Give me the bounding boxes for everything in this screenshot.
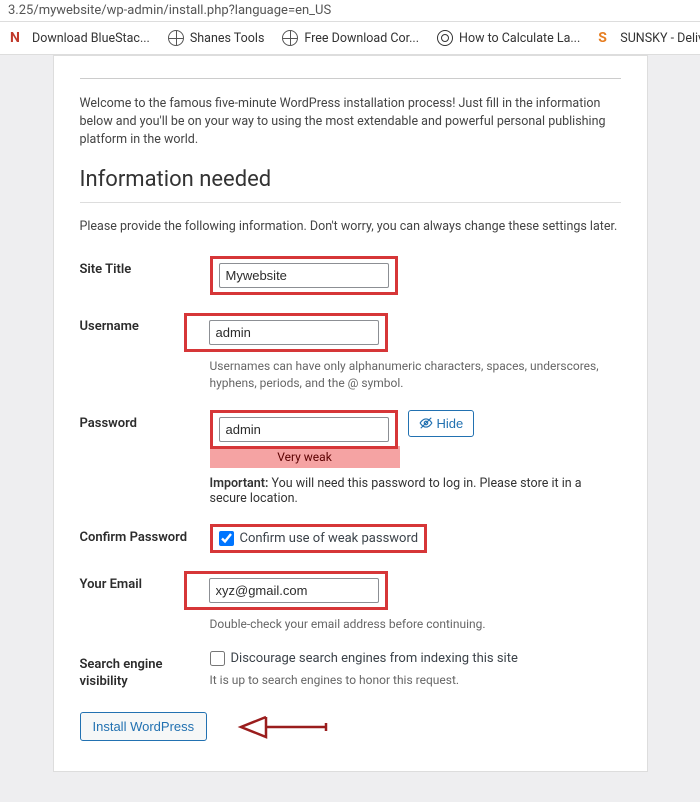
row-search-visibility: Search engine visibility Discourage sear… [80, 651, 621, 691]
label-search-visibility: Search engine visibility [80, 651, 210, 691]
email-input[interactable] [209, 578, 379, 603]
highlight-password [210, 410, 398, 449]
bookmark-freedownload[interactable]: Free Download Cor... [282, 30, 419, 46]
bookmark-label: How to Calculate La... [459, 31, 580, 46]
highlight-username [184, 313, 388, 352]
row-site-title: Site Title [80, 256, 621, 295]
email-help: Double-check your email address before c… [210, 616, 610, 633]
password-important: Important: You will need this password t… [210, 476, 621, 506]
important-label: Important: [210, 476, 269, 491]
bookmark-label: Free Download Cor... [304, 31, 419, 46]
bookmark-label: Download BlueStac... [32, 31, 150, 46]
bookmark-bar: N Download BlueStac... Shanes Tools Free… [0, 22, 700, 55]
address-bar[interactable]: 3.25/mywebsite/wp-admin/install.php?lang… [0, 0, 700, 22]
bookmark-label: SUNSKY - Deliv [620, 31, 700, 46]
install-wordpress-button[interactable]: Install WordPress [80, 712, 208, 741]
search-visibility-label: Discourage search engines from indexing … [231, 651, 518, 666]
bookmark-bluestacks[interactable]: N Download BlueStac... [10, 30, 150, 46]
gear-icon [437, 30, 453, 46]
globe-icon [168, 30, 184, 46]
install-card: Welcome to the famous five-minute WordPr… [53, 55, 648, 772]
row-email: Your Email Double-check your email addre… [80, 571, 621, 633]
bookmark-sunsky[interactable]: S SUNSKY - Deliv [598, 30, 700, 46]
url-text: 3.25/mywebsite/wp-admin/install.php?lang… [8, 3, 331, 18]
label-site-title: Site Title [80, 256, 210, 277]
row-confirm-password: Confirm Password Confirm use of weak pas… [80, 524, 621, 553]
search-visibility-checkbox[interactable] [210, 651, 225, 666]
globe-icon [282, 30, 298, 46]
page-title: Information needed [80, 167, 621, 192]
username-help: Usernames can have only alphanumeric cha… [210, 358, 610, 392]
divider [80, 202, 621, 203]
bluestacks-icon: N [10, 30, 26, 46]
confirm-weak-checkbox[interactable] [219, 531, 234, 546]
bookmark-shanes[interactable]: Shanes Tools [168, 30, 265, 46]
arrow-annotation-icon [231, 709, 331, 745]
password-input[interactable] [219, 417, 389, 442]
bookmark-calculate[interactable]: How to Calculate La... [437, 30, 580, 46]
row-password: Password Very weak [80, 410, 621, 506]
install-row: Install WordPress [80, 709, 621, 745]
highlight-confirm-weak: Confirm use of weak password [210, 524, 428, 553]
password-strength: Very weak [210, 446, 400, 468]
username-input[interactable] [209, 320, 379, 345]
sub-text: Please provide the following information… [80, 219, 621, 234]
sunsky-icon: S [598, 30, 614, 46]
intro-text: Welcome to the famous five-minute WordPr… [80, 78, 621, 149]
site-title-input[interactable] [219, 263, 389, 288]
bookmark-label: Shanes Tools [190, 31, 265, 46]
hide-label: Hide [437, 416, 464, 431]
row-username: Username Usernames can have only alphanu… [80, 313, 621, 392]
highlight-site-title [210, 256, 398, 295]
confirm-weak-label: Confirm use of weak password [240, 531, 419, 546]
label-confirm-password: Confirm Password [80, 524, 210, 545]
hide-button[interactable]: Hide [408, 410, 475, 437]
eye-slash-icon [419, 416, 433, 430]
search-visibility-help: It is up to search engines to honor this… [210, 672, 610, 689]
page-body: Welcome to the famous five-minute WordPr… [0, 55, 700, 802]
label-password: Password [80, 410, 210, 431]
highlight-email [184, 571, 388, 610]
